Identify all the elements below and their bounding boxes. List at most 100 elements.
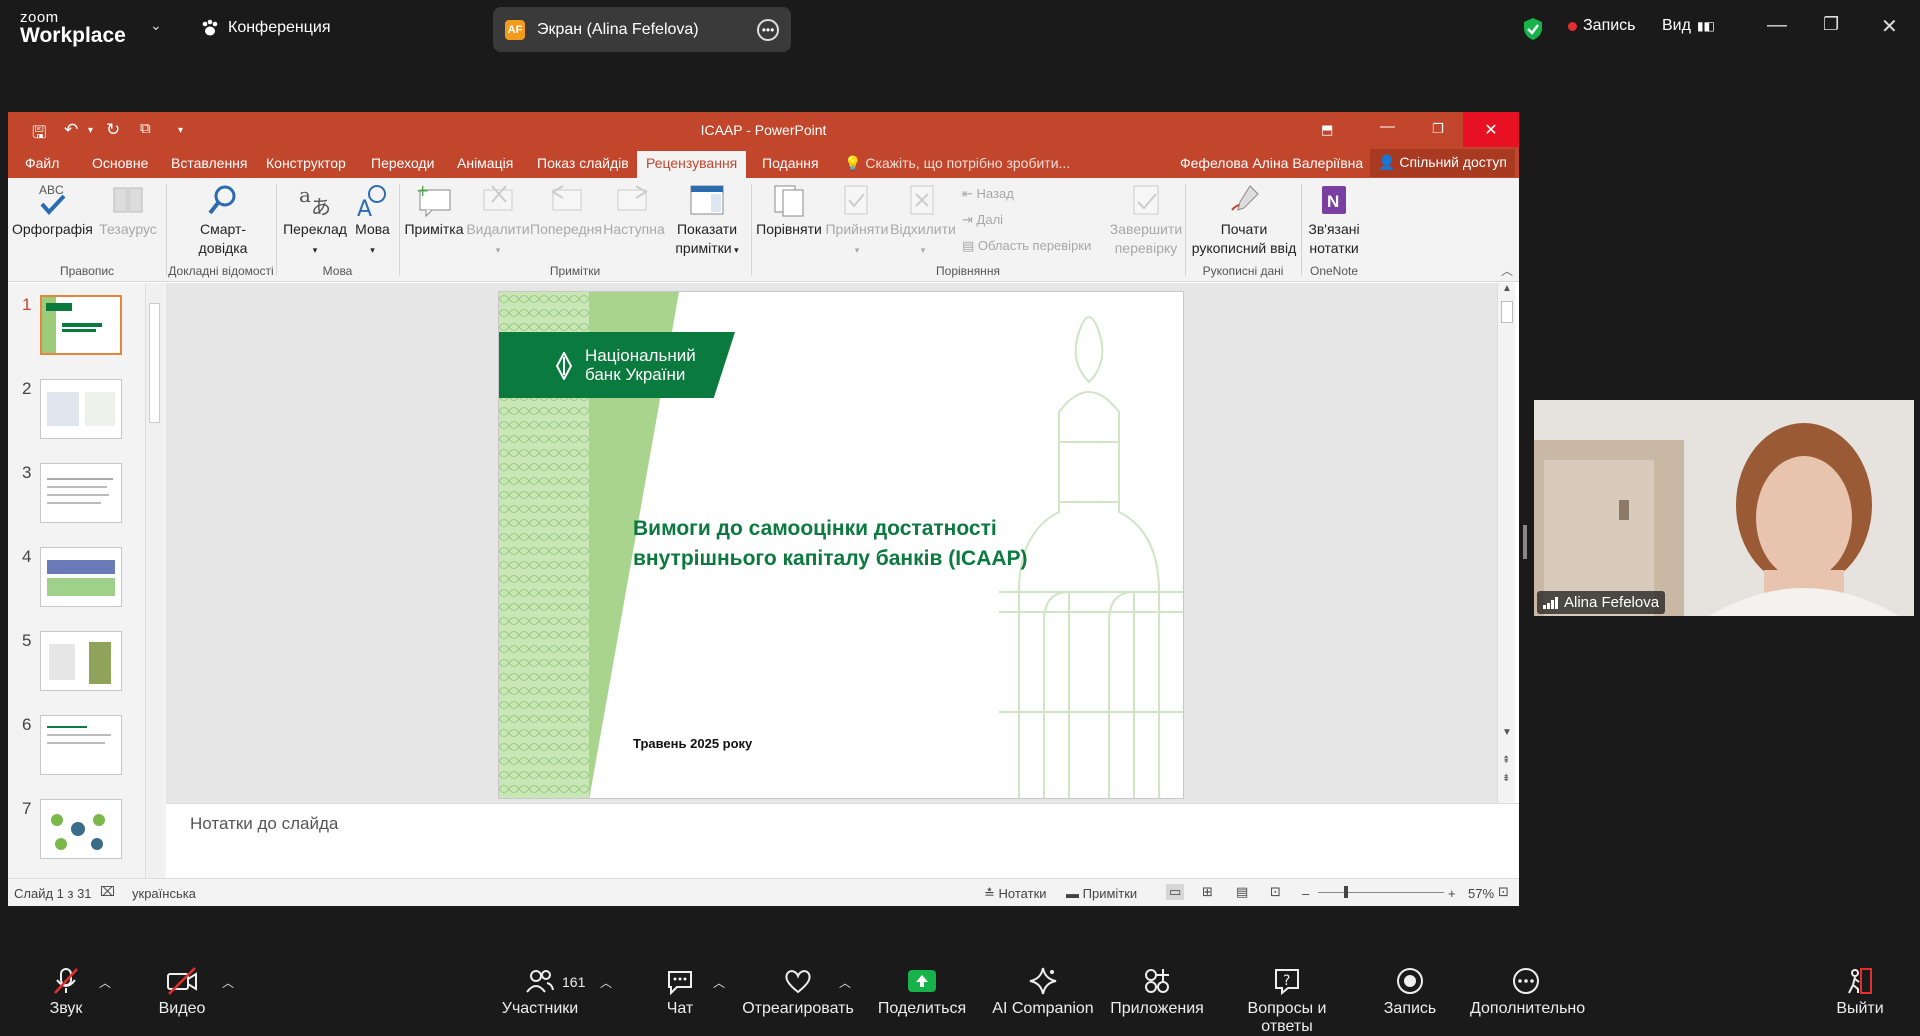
chat-options-icon[interactable]: ︿ (713, 974, 725, 991)
ppt-maximize-icon[interactable]: ❐ (1432, 121, 1444, 137)
thumbnails-scrollbar[interactable] (145, 283, 163, 878)
normal-view-icon[interactable]: ▭ (1166, 884, 1185, 900)
panel-resize-handle[interactable] (1523, 525, 1527, 559)
share-screen-button[interactable]: Поделиться (876, 966, 968, 1018)
lightbulb-icon: 💡 (844, 155, 862, 171)
slide-thumbnail[interactable] (40, 547, 122, 607)
collapse-ribbon-icon[interactable]: ︿ (1501, 262, 1513, 279)
more-icon[interactable]: ••• (757, 18, 779, 41)
language-button[interactable]: A Мова ▾ (350, 182, 395, 260)
tell-me-search[interactable]: 💡 Скажіть, що потрібно зробити... (844, 155, 1070, 172)
tab-view[interactable]: Подання (762, 155, 819, 171)
tab-animations[interactable]: Анімація (457, 155, 513, 171)
minimize-icon[interactable]: — (1767, 14, 1787, 37)
slide-sorter-icon[interactable]: ⊞ (1202, 884, 1213, 900)
zoom-level[interactable]: 57% (1468, 886, 1494, 901)
share-button[interactable]: 👤 Спільний доступ (1370, 149, 1515, 177)
screen-share-indicator[interactable]: AF Экран (Alina Fefelova) ••• (493, 7, 791, 52)
leave-button[interactable]: Выйти (1832, 966, 1888, 1018)
slide-1[interactable]: Національний банк України Вимоги до само… (498, 291, 1184, 799)
translate-button[interactable]: aあ Переклад ▾ (280, 182, 350, 260)
tab-transitions[interactable]: Переходи (371, 155, 434, 171)
previous-change-button[interactable]: ⇤ Назад (962, 186, 1014, 202)
reject-button[interactable]: Відхилити ▾ (890, 182, 956, 260)
qa-button[interactable]: ? Вопросы и ответы (1222, 966, 1352, 1036)
thumb-number: 5 (22, 631, 32, 650)
tab-review[interactable]: Рецензування (637, 151, 747, 178)
share-screen-icon (908, 970, 936, 992)
audio-options-icon[interactable]: ︿ (99, 974, 111, 991)
video-button[interactable]: Видео (152, 966, 212, 1018)
conference-menu[interactable]: Конференция (200, 18, 331, 38)
tab-file[interactable]: Файл (25, 155, 59, 171)
slideshow-view-icon[interactable]: ⊡ (1270, 884, 1281, 900)
reviewing-pane-button[interactable]: ▤ Область перевірки (962, 238, 1091, 254)
slide-thumbnail[interactable] (40, 799, 122, 859)
fit-to-window-icon[interactable]: ⊡ (1498, 884, 1509, 900)
previous-comment-button[interactable]: Попередня (530, 182, 602, 239)
ppt-close-button[interactable]: ✕ (1463, 112, 1519, 147)
end-review-button[interactable]: Завершити перевірку (1106, 182, 1186, 258)
thesaurus-button[interactable]: Тезаурус (93, 182, 163, 239)
group-label-language: Мова (322, 264, 353, 278)
slide-thumbnail[interactable] (40, 715, 122, 775)
more-button[interactable]: Дополнительно (1470, 966, 1585, 1018)
participants-options-icon[interactable]: ︿ (600, 974, 612, 991)
ribbon-display-icon[interactable]: ⬒ (1321, 122, 1333, 138)
record-indicator[interactable]: Запись (1568, 17, 1636, 35)
video-options-icon[interactable]: ︿ (222, 974, 234, 991)
next-slide-icon[interactable]: ⇟ (1502, 773, 1510, 784)
comments-toggle[interactable]: ▬ Примітки (1066, 886, 1137, 901)
show-comments-button[interactable]: Показати примітки ▾ (668, 182, 746, 260)
spelling-status-icon[interactable]: ⌧ (100, 884, 115, 900)
next-comment-button[interactable]: Наступна (600, 182, 668, 239)
account-name[interactable]: Фефелова Аліна Валеріївна (1180, 155, 1363, 171)
react-options-icon[interactable]: ︿ (839, 974, 851, 991)
apps-button[interactable]: Приложения (1110, 966, 1204, 1018)
reading-view-icon[interactable]: ▤ (1236, 884, 1248, 900)
new-comment-button[interactable]: + Примітка (402, 182, 466, 239)
encryption-shield-icon[interactable] (1522, 17, 1544, 41)
next-change-button[interactable]: ⇥ Далі (962, 212, 1003, 228)
slide-thumbnail[interactable] (40, 379, 122, 439)
tab-design[interactable]: Конструктор (266, 155, 346, 171)
participant-video[interactable]: Alina Fefelova (1534, 400, 1914, 616)
notes-toggle[interactable]: ≛ Нотатки (984, 886, 1047, 902)
slide-thumbnail[interactable] (40, 631, 122, 691)
record-button[interactable]: Запись (1380, 966, 1440, 1018)
slide-thumbnail[interactable] (40, 463, 122, 523)
slide-scrollbar[interactable]: ▲ ▼ ⇞ ⇟ (1497, 283, 1515, 803)
chat-button[interactable]: Чат (650, 966, 710, 1018)
zoom-bottom-toolbar: Звук ︿ Видео ︿ Участники 161 ︿ Чат ︿ Отр… (0, 956, 1920, 1035)
slide-thumbnail[interactable] (40, 295, 122, 355)
start-inking-button[interactable]: Почати рукописний ввід (1188, 182, 1300, 258)
zoom-out-icon[interactable]: – (1302, 886, 1309, 901)
compare-button[interactable]: Порівняти (754, 182, 824, 239)
zoom-slider-thumb[interactable] (1344, 886, 1348, 898)
tab-slideshow[interactable]: Показ слайдів (537, 155, 629, 171)
notes-pane[interactable]: Нотатки до слайда (166, 803, 1519, 878)
ppt-minimize-icon[interactable]: — (1380, 118, 1395, 135)
ai-companion-button[interactable]: AI Companion (990, 966, 1096, 1018)
thumb-number: 6 (22, 715, 32, 734)
close-icon[interactable]: ✕ (1881, 14, 1898, 39)
accept-button[interactable]: Прийняти ▾ (824, 182, 890, 260)
tab-home[interactable]: Основне (92, 155, 148, 171)
previous-slide-icon[interactable]: ⇞ (1502, 755, 1510, 766)
chevron-down-icon[interactable]: ⌄ (150, 17, 162, 34)
next-change-icon: ⇥ (962, 212, 973, 227)
comment-icon: ▬ (1066, 886, 1079, 901)
language-status[interactable]: українська (132, 886, 196, 901)
zoom-slider[interactable] (1318, 892, 1444, 893)
zoom-in-icon[interactable]: + (1448, 886, 1456, 901)
delete-comment-button[interactable]: Видалити ▾ (466, 182, 530, 260)
spelling-button[interactable]: ABC Орфографія (12, 182, 93, 239)
tab-insert[interactable]: Вставлення (171, 155, 248, 171)
camera-off-icon (167, 967, 197, 995)
view-button[interactable]: Вид ▮◧ (1662, 17, 1715, 35)
linked-notes-button[interactable]: N Зв'язані нотатки (1304, 182, 1364, 258)
audio-button[interactable]: Звук (36, 966, 96, 1018)
smart-lookup-button[interactable]: Смарт-довідка (183, 182, 263, 258)
restore-icon[interactable]: ❐ (1823, 14, 1839, 35)
reject-icon (910, 185, 934, 215)
